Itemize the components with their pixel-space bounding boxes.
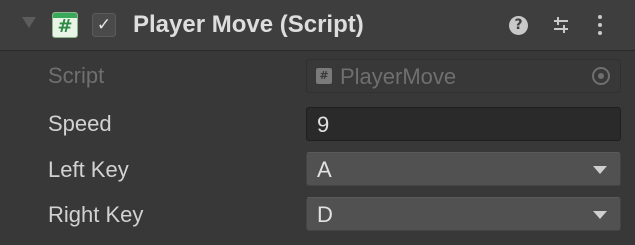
dropdown-arrow-icon bbox=[593, 166, 607, 174]
script-label: Script bbox=[48, 63, 105, 88]
speed-label: Speed bbox=[48, 111, 112, 136]
left-key-label: Left Key bbox=[48, 157, 129, 182]
cs-script-icon: # bbox=[52, 12, 78, 38]
component-title: Player Move (Script) bbox=[133, 11, 364, 38]
right-key-label: Right Key bbox=[48, 202, 144, 227]
checkmark-icon: ✓ bbox=[96, 15, 112, 35]
inspector-component: # ✓ Player Move (Script) ? Script # Play… bbox=[0, 0, 635, 245]
object-picker-icon bbox=[592, 67, 610, 85]
speed-value: 9 bbox=[317, 112, 330, 137]
component-header[interactable]: # ✓ Player Move (Script) ? bbox=[0, 0, 635, 51]
foldout-arrow-icon[interactable] bbox=[22, 17, 36, 28]
script-object-value: PlayerMove bbox=[340, 64, 457, 89]
left-key-dropdown[interactable]: A bbox=[306, 152, 621, 186]
help-icon[interactable]: ? bbox=[509, 16, 528, 35]
script-object-field: # PlayerMove bbox=[306, 59, 621, 93]
component-enabled-checkbox[interactable]: ✓ bbox=[92, 13, 116, 37]
left-key-value: A bbox=[317, 157, 332, 182]
presets-icon[interactable] bbox=[552, 15, 570, 35]
speed-input[interactable]: 9 bbox=[306, 107, 621, 141]
right-key-dropdown[interactable]: D bbox=[306, 197, 621, 231]
script-icon-hash: # bbox=[57, 16, 73, 37]
right-key-value: D bbox=[317, 202, 333, 227]
kebab-menu-icon[interactable] bbox=[597, 14, 603, 36]
dropdown-arrow-icon bbox=[593, 211, 607, 219]
cs-script-small-icon: # bbox=[316, 68, 332, 84]
